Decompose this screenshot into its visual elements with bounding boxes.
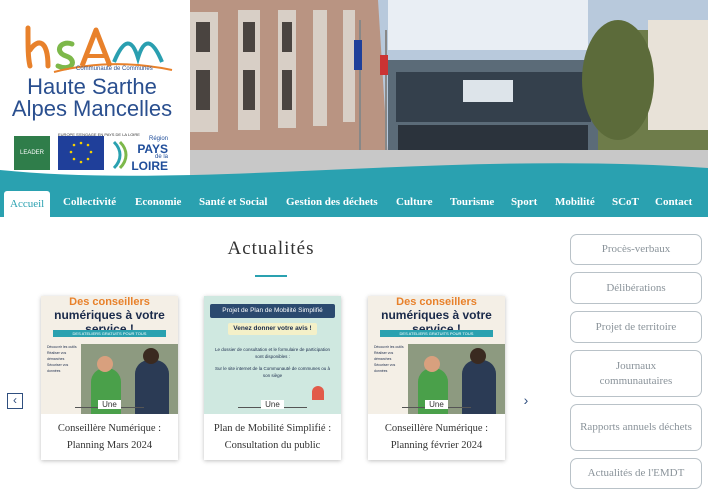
thumb-bar: DES ATELIERS GRATUITS POUR TOUS [380, 330, 493, 337]
nav-item-accueil[interactable]: Accueil [4, 191, 51, 217]
une-badge: Une [41, 400, 178, 414]
nav-item-sport[interactable]: Sport [511, 188, 537, 217]
logo-title: Haute Sarthe Alpes Mancelles [6, 76, 178, 120]
une-badge: Une [204, 400, 341, 414]
nav-item-gestion-dechets[interactable]: Gestion des déchets [286, 188, 378, 217]
main-nav: Accueil Collectivité Economie Santé et S… [0, 188, 708, 217]
thumb-line1: Des conseillers [69, 296, 150, 308]
news-card-image: Des conseillers numériques à votre servi… [41, 296, 178, 414]
nav-item-sante-social[interactable]: Santé et Social [199, 188, 267, 217]
thumb-list-item: Réaliser vos démarches [47, 351, 67, 361]
chevron-left-icon: ‹ [13, 393, 17, 407]
thumb-list-item: Sécuriser vos données [374, 363, 396, 373]
thumb-text: Le dossier de consultation et le formula… [214, 346, 331, 379]
news-card-image: Projet de Plan de Mobilité Simplifié Ven… [204, 296, 341, 414]
section-title: Actualités [227, 238, 315, 259]
thumb-heading: Projet de Plan de Mobilité Simplifié [210, 304, 335, 318]
carousel-next-button[interactable]: › [519, 393, 533, 407]
news-card[interactable]: Des conseillers numériques à votre servi… [368, 296, 505, 460]
sidebar-link-actualites-emdt[interactable]: Actualités de l'EMDT [570, 458, 702, 489]
news-card-image: Des conseillers numériques à votre servi… [368, 296, 505, 414]
thumb-line1: Des conseillers [396, 296, 477, 308]
nav-item-collectivite[interactable]: Collectivité [63, 188, 116, 217]
news-card-title[interactable]: Conseillère Numérique : Planning février… [372, 420, 501, 454]
logo-subtitle: Communauté de Communes [76, 66, 153, 72]
nav-item-economie[interactable]: Economie [135, 188, 181, 217]
thumb-bar: DES ATELIERS GRATUITS POUR TOUS [53, 330, 166, 337]
nav-item-contact[interactable]: Contact [655, 188, 692, 217]
sidebar-link-projet-territoire[interactable]: Projet de territoire [570, 311, 702, 343]
nav-item-mobilite[interactable]: Mobilité [555, 188, 595, 217]
sidebar-link-proces-verbaux[interactable]: Procès-verbaux [570, 234, 702, 265]
news-card-title[interactable]: Conseillère Numérique : Planning Mars 20… [45, 420, 174, 454]
site-header: Communauté de Communes Haute Sarthe Alpe… [0, 0, 708, 188]
carousel-prev-button[interactable]: ‹ [7, 393, 23, 409]
pedestrian-icon [312, 386, 324, 400]
chevron-right-icon: › [523, 392, 529, 408]
thumb-list: Découvrir les outils Réaliser vos démarc… [47, 344, 77, 374]
sidebar-link-rapports-dechets[interactable]: Rapports annuels déchets [570, 404, 702, 451]
news-card[interactable]: Des conseillers numériques à votre servi… [41, 296, 178, 460]
sidebar-link-journaux[interactable]: Journaux communautaires [570, 350, 702, 397]
logo-title-line1: Haute Sarthe [27, 74, 157, 99]
nav-item-culture[interactable]: Culture [396, 188, 432, 217]
thumb-list: Découvrir les outils Réaliser vos démarc… [374, 344, 404, 374]
thumb-list-item: Sécuriser vos données [47, 363, 69, 373]
nav-item-tourisme[interactable]: Tourisme [450, 188, 494, 217]
thumb-list-item: Réaliser vos démarches [374, 351, 394, 361]
une-badge: Une [368, 400, 505, 414]
thumb-text-1: Le dossier de consultation et le formula… [214, 347, 331, 359]
sidebar-link-deliberations[interactable]: Délibérations [570, 272, 702, 304]
logo-title-line2: Alpes Mancelles [11, 96, 173, 121]
header-wave [0, 163, 708, 188]
nav-item-scot[interactable]: SCoT [612, 188, 639, 217]
thumb-text-2: Sur le site internet de la Communauté de… [214, 366, 331, 378]
thumb-subheading: Venez donner votre avis ! [228, 323, 317, 335]
news-card[interactable]: Projet de Plan de Mobilité Simplifié Ven… [204, 296, 341, 460]
title-underline [255, 275, 287, 277]
news-card-title[interactable]: Plan de Mobilité Simplifié : Consultatio… [208, 420, 337, 454]
